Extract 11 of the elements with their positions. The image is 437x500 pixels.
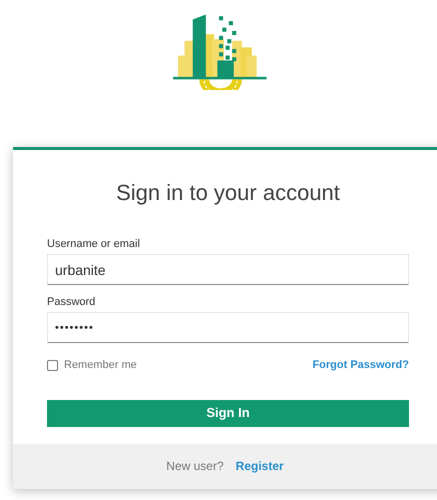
page-title: Sign in to your account <box>115 179 341 207</box>
forgot-password-link[interactable]: Forgot Password? <box>312 357 409 374</box>
sign-in-button[interactable]: Sign In <box>47 400 409 426</box>
field-label: Username or email <box>47 237 141 251</box>
remember-checkbox[interactable] <box>47 360 58 371</box>
username-field[interactable]: urbanite <box>47 254 409 285</box>
password-field[interactable]: •••••••• <box>47 312 409 343</box>
remember-label: Remember me <box>64 358 137 373</box>
new-user-text: New user? <box>166 458 224 475</box>
register-link[interactable]: Register <box>236 457 284 475</box>
field-label: Password <box>47 295 96 309</box>
